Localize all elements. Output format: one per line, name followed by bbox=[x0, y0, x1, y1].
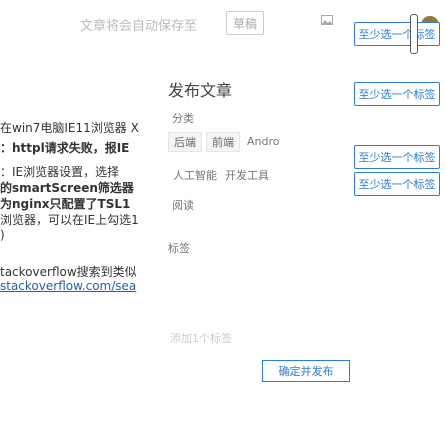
article-line: 浏览器，可以在IE上勾选1 bbox=[0, 213, 139, 227]
article-line: 的smartScreen筛选器 bbox=[0, 181, 134, 195]
article-line: 为nginx只配置了TSL1 bbox=[0, 197, 131, 211]
article-line: ：IE浏览器设置，选择 bbox=[0, 165, 120, 179]
image-icon[interactable] bbox=[321, 15, 333, 25]
tag-hint: 添加1个标签 bbox=[170, 332, 232, 345]
tag-chip[interactable]: Andro bbox=[242, 132, 285, 150]
category-label: 分类 bbox=[172, 112, 194, 125]
tag-chip[interactable]: 后端 bbox=[168, 132, 202, 152]
publish-panel: 发布文章 分类 后端 前端 Andro 人工智能 开发工具 阅读 标签 添加1个… bbox=[150, 60, 350, 350]
panel-title: 发布文章 bbox=[168, 81, 233, 100]
article-link[interactable]: stackoverflow.com/sea bbox=[0, 279, 136, 293]
article-line: ：httpl请求失败，报IE bbox=[0, 141, 130, 155]
read-label: 阅读 bbox=[172, 199, 194, 212]
choose-tag-button[interactable]: 至少选一个标签 bbox=[354, 172, 440, 196]
draft-button[interactable]: 草稿 bbox=[226, 11, 264, 35]
article-line: 在win7电脑IE11浏览器 X bbox=[0, 121, 139, 135]
confirm-publish-button[interactable]: 确定并发布 bbox=[262, 360, 350, 382]
choose-tag-button[interactable]: 至少选一个标签 bbox=[354, 82, 440, 106]
type-chip[interactable]: 人工智能 bbox=[168, 166, 222, 184]
tags-label: 标签 bbox=[168, 242, 190, 255]
article-line: ) bbox=[0, 228, 5, 242]
tag-chip[interactable]: 前端 bbox=[206, 132, 240, 152]
article-line: tackoverflow搜索到类似 bbox=[0, 265, 137, 279]
choose-tag-button[interactable]: 至少选一个标签 bbox=[354, 22, 440, 46]
scroll-handle[interactable] bbox=[410, 14, 418, 54]
article-body[interactable]: 在win7电脑IE11浏览器 X ：httpl请求失败，报IE ：IE浏览器设置… bbox=[0, 0, 150, 445]
type-chip[interactable]: 开发工具 bbox=[220, 166, 274, 184]
choose-tag-button[interactable]: 至少选一个标签 bbox=[354, 145, 440, 169]
